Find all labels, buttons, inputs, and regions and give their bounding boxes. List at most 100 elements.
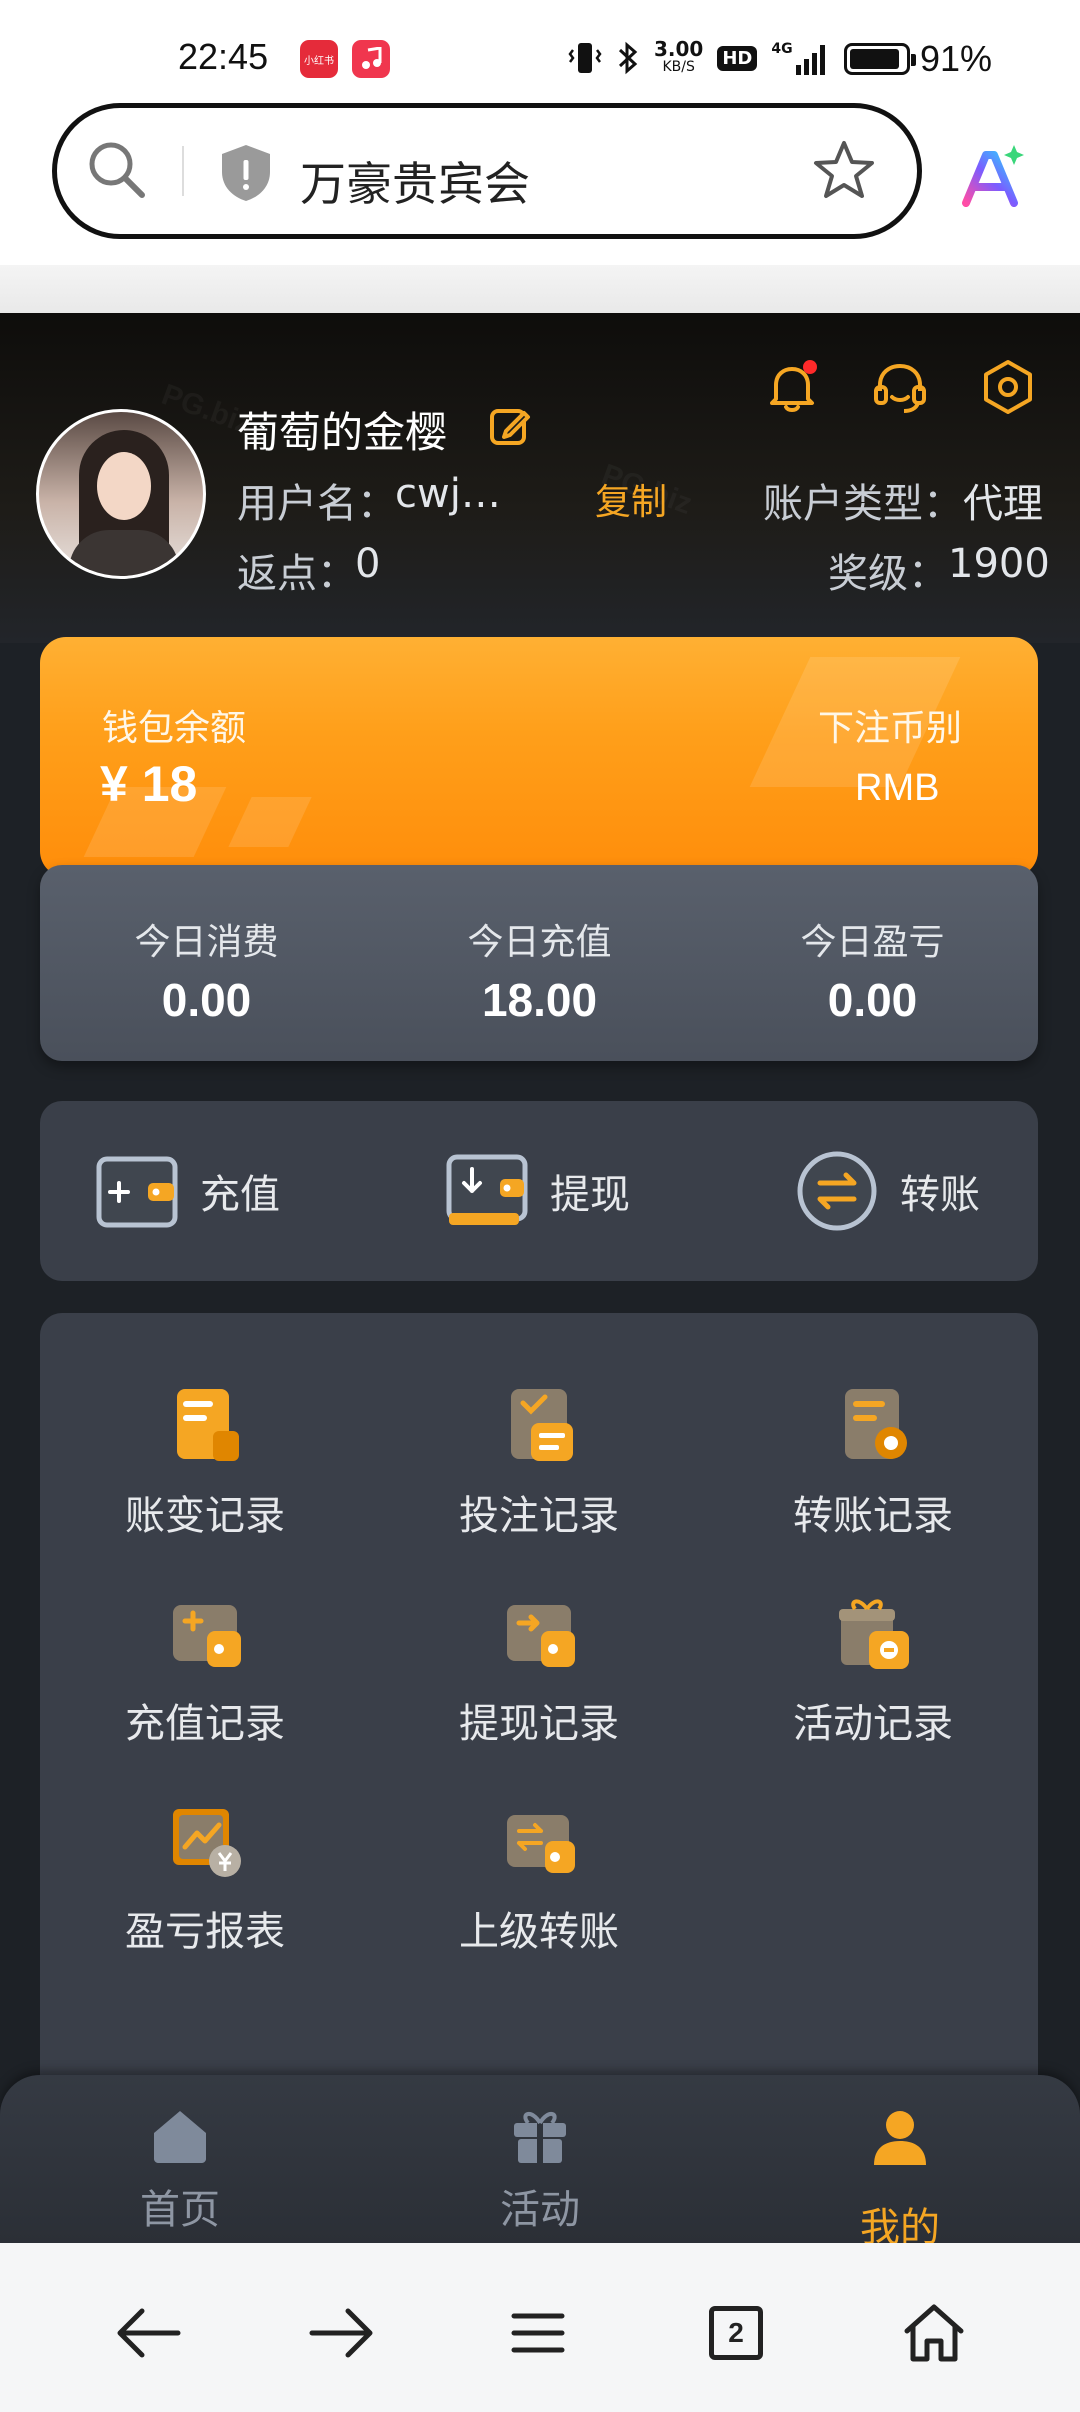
member-page: PG.biz PG.biz PG.biz PG.biz PG.biz PG.bi… <box>0 313 1080 2243</box>
deposit-button[interactable]: 充值 <box>96 1151 280 1231</box>
tab-home-label: 首页 <box>140 2187 220 2233</box>
transfer-record-icon <box>845 1389 907 1459</box>
menu-gift-record-label: 活动记录 <box>793 1701 953 1747</box>
address-divider <box>182 146 184 196</box>
edit-icon[interactable] <box>488 405 532 449</box>
url-text[interactable]: 万豪贵宾会 <box>300 148 530 214</box>
search-icon[interactable] <box>85 138 149 202</box>
hamburger-menu-icon <box>511 2313 565 2353</box>
tab-activity-label: 活动 <box>500 2187 580 2233</box>
net-speed-unit: KB/S <box>662 59 695 75</box>
menu-withdraw-record-label: 提现记录 <box>459 1701 619 1747</box>
today-spend: 今日消费 0.00 <box>40 913 373 1027</box>
app-tab-bar: 首页 活动 我的 <box>0 2075 1080 2243</box>
menu-button[interactable] <box>498 2298 578 2368</box>
home-icon <box>154 2111 206 2163</box>
wallet-balance-value: ¥ 18 <box>100 756 198 812</box>
rebate-value: 0 <box>355 541 381 587</box>
back-button[interactable] <box>108 2298 188 2368</box>
ai-icon[interactable] <box>958 141 1028 211</box>
today-spend-label: 今日消费 <box>134 922 279 963</box>
hd-badge: HD <box>717 45 758 71</box>
signal-icon: 4G <box>771 41 825 75</box>
menu-ledger-label: 账变记录 <box>125 1493 285 1539</box>
menu-deposit-record-label: 充值记录 <box>125 1701 285 1747</box>
shield-icon[interactable] <box>217 142 275 204</box>
withdraw-icon <box>446 1154 528 1225</box>
xiaohongshu-app-label: 小红书 <box>304 55 334 67</box>
user-icon <box>874 2111 926 2165</box>
star-icon[interactable] <box>812 138 876 202</box>
tab-mine[interactable]: 我的 <box>800 2105 1000 2243</box>
superior-transfer-icon <box>507 1815 575 1873</box>
music-icon <box>352 40 390 78</box>
home-outline-icon <box>904 2304 964 2362</box>
gift-icon <box>514 2112 566 2163</box>
currency-value: RMB <box>855 767 940 809</box>
tab-home[interactable]: 首页 <box>80 2105 280 2235</box>
rebate-label: 返点： <box>237 551 357 597</box>
menu-transfer-record[interactable]: 转账记录 <box>708 1383 1038 1541</box>
avatar[interactable] <box>36 409 206 579</box>
status-time: 22:45 <box>178 36 269 77</box>
settings-icon[interactable] <box>978 357 1038 417</box>
wallet-add-icon <box>96 1156 178 1228</box>
tabs-button[interactable]: 2 <box>696 2298 776 2368</box>
deposit-record-icon <box>173 1605 241 1667</box>
menu-ledger[interactable]: 账变记录 <box>40 1383 370 1541</box>
customer-service-icon[interactable] <box>870 357 930 417</box>
report-icon <box>173 1809 241 1877</box>
menu-deposit-record[interactable]: 充值记录 <box>40 1591 370 1749</box>
address-bar[interactable]: 万豪贵宾会 <box>52 103 922 239</box>
copy-username-button[interactable]: 复制 <box>595 473 667 525</box>
deposit-label: 充值 <box>200 1172 280 1218</box>
bet-record-icon <box>511 1389 573 1461</box>
quick-actions: 充值 提现 转账 <box>40 1101 1038 1281</box>
today-profit-value: 0.00 <box>827 974 918 1026</box>
today-deposit: 今日充值 18.00 <box>373 913 706 1027</box>
account-type-label: 账户类型： <box>763 481 963 527</box>
status-bar: 22:45 小红书 3.00 KB/S HD 4G 91% <box>0 0 1080 95</box>
today-deposit-value: 18.00 <box>481 974 598 1026</box>
forward-button[interactable] <box>302 2298 382 2368</box>
transfer-button[interactable]: 转账 <box>796 1151 980 1231</box>
today-profit: 今日盈亏 0.00 <box>706 913 1039 1027</box>
net-speed-value: 3.00 <box>654 37 704 61</box>
signal-label: 4G <box>771 41 793 57</box>
menu-withdraw-record[interactable]: 提现记录 <box>374 1591 704 1749</box>
menu-report[interactable]: 盈亏报表 <box>40 1799 370 1957</box>
level-label: 奖级： <box>828 551 948 597</box>
bluetooth-icon <box>618 41 638 75</box>
arrow-left-icon <box>117 2308 181 2358</box>
vibrate-icon <box>568 43 602 73</box>
today-spend-value: 0.00 <box>161 974 252 1026</box>
menu-superior-transfer[interactable]: 上级转账 <box>374 1799 704 1957</box>
menu-report-label: 盈亏报表 <box>125 1909 285 1955</box>
browser-gap <box>0 265 1080 313</box>
today-deposit-label: 今日充值 <box>467 922 612 963</box>
home-button[interactable] <box>894 2298 974 2368</box>
withdraw-button[interactable]: 提现 <box>446 1151 630 1231</box>
transfer-label: 转账 <box>900 1172 980 1218</box>
withdraw-label: 提现 <box>550 1172 630 1218</box>
wallet-card: 钱包余额 ¥ 18 下注币别 RMB <box>40 637 1038 877</box>
battery-percent: 91% <box>919 38 992 79</box>
tabs-count: 2 <box>709 2306 763 2360</box>
currency-label: 下注币别 <box>818 708 963 749</box>
today-stats: 今日消费 0.00 今日充值 18.00 今日盈亏 0.00 <box>40 865 1038 1061</box>
menu-superior-transfer-label: 上级转账 <box>459 1909 619 1955</box>
notification-bell-icon[interactable] <box>762 357 822 417</box>
menu-bet-record-label: 投注记录 <box>459 1493 619 1539</box>
username-value: cwj… <box>395 471 501 517</box>
transfer-icon <box>797 1151 877 1231</box>
menu-gift-record[interactable]: 活动记录 <box>708 1591 1038 1749</box>
browser-toolbar: 万豪贵宾会 <box>0 95 1080 265</box>
battery-indicator: 91% <box>843 38 992 80</box>
arrow-right-icon <box>309 2308 373 2358</box>
level-value: 1900 <box>948 541 1050 587</box>
nickname: 葡萄的金樱 <box>237 408 448 457</box>
gift-record-icon <box>839 1599 909 1669</box>
tab-activity[interactable]: 活动 <box>440 2105 640 2235</box>
today-profit-label: 今日盈亏 <box>800 922 945 963</box>
menu-bet-record[interactable]: 投注记录 <box>374 1383 704 1541</box>
